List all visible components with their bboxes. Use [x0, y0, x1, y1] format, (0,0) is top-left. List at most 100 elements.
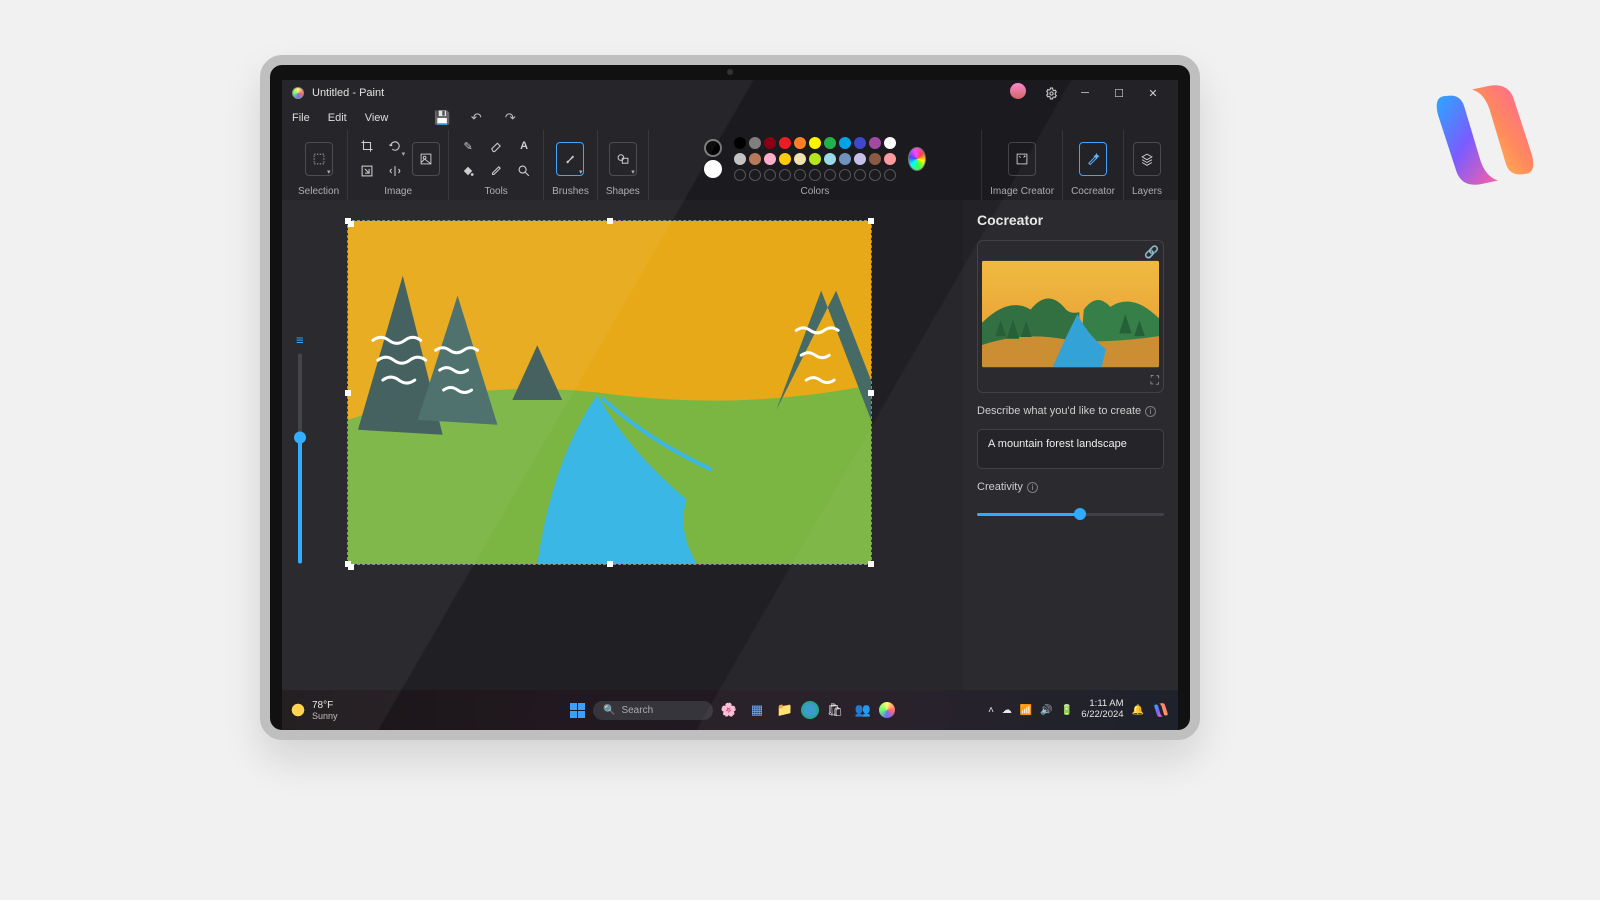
color-swatch[interactable] — [794, 137, 806, 149]
magnifier-icon[interactable] — [513, 160, 535, 182]
crop-icon[interactable] — [356, 135, 378, 157]
cocreator-preview[interactable]: 🔗 — [977, 240, 1164, 393]
color-swatch[interactable] — [734, 169, 746, 181]
tray-volume-icon[interactable]: 🔊 — [1040, 705, 1052, 716]
info-icon[interactable]: i — [1027, 482, 1038, 493]
text-tool-icon[interactable]: A — [513, 135, 535, 157]
start-button[interactable] — [565, 698, 589, 722]
creativity-slider[interactable] — [977, 505, 1164, 523]
store-icon[interactable]: 🛍 — [823, 698, 847, 722]
color-swatch[interactable] — [794, 153, 806, 165]
color-swatch[interactable] — [764, 169, 776, 181]
select-tool-icon[interactable]: ▾ — [305, 142, 333, 176]
taskbar-clock[interactable]: 1:11 AM 6/22/2024 — [1081, 699, 1123, 721]
canvas-zone: ≡ — [282, 200, 963, 702]
task-view-icon[interactable]: 🌸 — [717, 698, 741, 722]
ribbon-label-image-creator: Image Creator — [990, 186, 1054, 197]
color-swatch[interactable] — [734, 137, 746, 149]
color-swatch[interactable] — [749, 169, 761, 181]
remove-background-icon[interactable] — [412, 142, 440, 176]
layers-icon[interactable] — [1133, 142, 1161, 176]
color-swatch[interactable] — [854, 153, 866, 165]
vertical-zoom-slider[interactable]: ≡ — [296, 333, 304, 570]
tray-chevron-icon[interactable]: ˄ — [988, 705, 994, 716]
maximize-button[interactable]: ☐ — [1104, 83, 1134, 103]
link-icon[interactable]: 🔗 — [982, 245, 1159, 259]
widgets-icon[interactable]: ▦ — [745, 698, 769, 722]
user-avatar-icon[interactable] — [1010, 83, 1026, 99]
tray-cloud-icon[interactable]: ☁ — [1002, 705, 1012, 716]
background-color[interactable] — [704, 160, 722, 178]
fill-icon[interactable] — [457, 160, 479, 182]
color-swatch[interactable] — [884, 137, 896, 149]
rotate-icon[interactable]: ▾ — [384, 135, 406, 157]
minimize-button[interactable]: ─ — [1070, 83, 1100, 103]
info-icon[interactable]: i — [1145, 406, 1156, 417]
color-swatch[interactable] — [884, 153, 896, 165]
menu-file[interactable]: File — [292, 112, 310, 124]
color-swatch[interactable] — [779, 169, 791, 181]
color-swatch[interactable] — [809, 169, 821, 181]
color-swatch[interactable] — [809, 153, 821, 165]
ribbon-group-cocreator: Cocreator — [1063, 130, 1124, 200]
canvas[interactable] — [347, 220, 872, 565]
color-swatch[interactable] — [779, 153, 791, 165]
teams-icon[interactable]: 👥 — [851, 698, 875, 722]
redo-icon[interactable]: ↷ — [502, 110, 518, 126]
color-swatch[interactable] — [794, 169, 806, 181]
color-swatch[interactable] — [869, 169, 881, 181]
expand-icon[interactable]: ⛶ — [982, 373, 1159, 388]
tray-battery-icon[interactable]: 🔋 — [1061, 705, 1073, 716]
file-explorer-icon[interactable]: 📁 — [773, 698, 797, 722]
eraser-icon[interactable] — [485, 135, 507, 157]
tablet-device: Untitled - Paint ─ ☐ ✕ File Edit View 💾 … — [260, 55, 1200, 740]
notifications-icon[interactable]: 🔔 — [1132, 705, 1144, 716]
color-swatch[interactable] — [854, 169, 866, 181]
shapes-tool-icon[interactable]: ▾ — [609, 142, 637, 176]
color-swatch[interactable] — [884, 169, 896, 181]
color-swatch[interactable] — [764, 153, 776, 165]
color-swatch[interactable] — [749, 153, 761, 165]
save-icon[interactable]: 💾 — [434, 110, 450, 126]
color-swatch[interactable] — [839, 153, 851, 165]
color-swatch[interactable] — [839, 169, 851, 181]
color-swatch[interactable] — [749, 137, 761, 149]
pencil-icon[interactable]: ✎ — [457, 135, 479, 157]
menu-edit[interactable]: Edit — [328, 112, 347, 124]
undo-icon[interactable]: ↶ — [468, 110, 484, 126]
window-title: Untitled - Paint — [312, 87, 384, 99]
foreground-color[interactable] — [704, 139, 722, 157]
ribbon-group-image: ▾ Image — [348, 130, 449, 200]
taskbar: 78°F Sunny 🔍 Search 🌸 ▦ 📁 🛍 👥 ˄ — [282, 690, 1178, 730]
close-button[interactable]: ✕ — [1138, 83, 1168, 103]
taskbar-weather[interactable]: 78°F Sunny — [290, 700, 338, 721]
settings-gear-icon[interactable] — [1036, 83, 1066, 103]
color-swatch[interactable] — [839, 137, 851, 149]
flip-icon[interactable] — [384, 160, 406, 182]
edit-colors-icon[interactable] — [908, 147, 926, 171]
resize-icon[interactable] — [356, 160, 378, 182]
color-swatch[interactable] — [869, 153, 881, 165]
color-swatch[interactable] — [854, 137, 866, 149]
color-swatch[interactable] — [764, 137, 776, 149]
taskbar-search[interactable]: 🔍 Search — [593, 701, 713, 720]
paint-taskbar-icon[interactable] — [879, 702, 895, 718]
menu-bar: File Edit View 💾 ↶ ↷ — [282, 106, 1178, 130]
color-picker-icon[interactable] — [485, 160, 507, 182]
color-swatch[interactable] — [734, 153, 746, 165]
brush-tool-icon[interactable]: ▾ — [556, 142, 584, 176]
cocreator-icon[interactable] — [1079, 142, 1107, 176]
image-creator-icon[interactable] — [1008, 142, 1036, 176]
color-swatch[interactable] — [824, 153, 836, 165]
ribbon-group-tools: ✎ A Tools — [449, 130, 544, 200]
edge-icon[interactable] — [801, 701, 819, 719]
tray-wifi-icon[interactable]: 📶 — [1020, 705, 1032, 716]
prompt-input[interactable]: A mountain forest landscape — [977, 429, 1164, 469]
color-swatch[interactable] — [779, 137, 791, 149]
color-swatch[interactable] — [824, 137, 836, 149]
menu-view[interactable]: View — [365, 112, 389, 124]
color-swatch[interactable] — [809, 137, 821, 149]
copilot-taskbar-icon[interactable] — [1152, 701, 1170, 719]
color-swatch[interactable] — [824, 169, 836, 181]
color-swatch[interactable] — [869, 137, 881, 149]
